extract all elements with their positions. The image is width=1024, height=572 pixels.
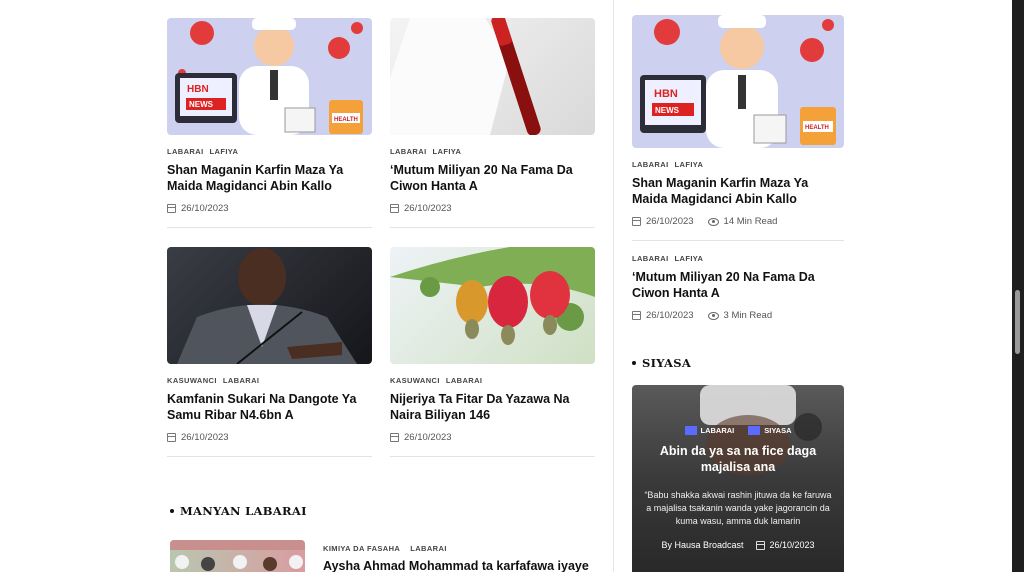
article-card[interactable]: LABARAI LAFIYA ‘Mutum Miliyan 20 Na Fama … bbox=[390, 18, 595, 228]
eye-icon bbox=[707, 217, 719, 226]
eye-icon bbox=[707, 311, 719, 320]
svg-text:HBN: HBN bbox=[187, 84, 209, 95]
article-thumbnail[interactable] bbox=[390, 18, 595, 135]
category-link[interactable]: SIYASA bbox=[748, 426, 792, 435]
calendar-icon bbox=[390, 433, 399, 442]
article-card[interactable]: HBN NEWS HEALTH LABARAI LAFIYA Shan Magan… bbox=[167, 18, 372, 228]
article-title[interactable]: ‘Mutum Miliyan 20 Na Fama Da Ciwon Hanta… bbox=[632, 269, 844, 301]
calendar-icon bbox=[167, 433, 176, 442]
svg-text:HBN: HBN bbox=[654, 88, 678, 100]
category-link[interactable]: LAFIYA bbox=[675, 160, 704, 169]
category-link[interactable]: KASUWANCI bbox=[390, 376, 440, 385]
article-title[interactable]: Shan Maganin Karfin Maza Ya Maida Magida… bbox=[167, 162, 372, 194]
category-link[interactable]: LABARAI bbox=[632, 160, 669, 169]
author-link[interactable]: By Hausa Broadcast bbox=[661, 540, 743, 550]
category-link[interactable]: LAFIYA bbox=[210, 147, 239, 156]
students-photo bbox=[170, 540, 305, 571]
category-list: LABARAI LAFIYA bbox=[167, 147, 372, 156]
article-meta: 26/10/2023 bbox=[167, 203, 372, 214]
category-link[interactable]: KIMIYA DA FASAHA bbox=[323, 544, 400, 553]
category-link[interactable]: LAFIYA bbox=[675, 254, 704, 263]
calendar-icon bbox=[632, 311, 641, 320]
category-link[interactable]: LABARAI bbox=[632, 254, 669, 263]
scrollbar-thumb[interactable] bbox=[1015, 290, 1020, 354]
category-link[interactable]: LABARAI bbox=[223, 376, 260, 385]
category-list: KIMIYA DA FASAHA LABARAI bbox=[323, 544, 447, 553]
divider bbox=[167, 456, 372, 457]
scrollbar-track[interactable] bbox=[1012, 0, 1024, 572]
category-list: LABARAI SIYASA bbox=[632, 426, 844, 435]
featured-meta: By Hausa Broadcast 26/10/2023 bbox=[632, 540, 844, 550]
article-meta: 26/10/2023 bbox=[390, 203, 595, 214]
svg-text:NEWS: NEWS bbox=[189, 100, 214, 109]
article-meta: 26/10/2023 3 Min Read bbox=[632, 310, 844, 321]
article-thumbnail[interactable]: HBN NEWS HEALTH bbox=[632, 15, 844, 148]
category-link[interactable]: LABARAI bbox=[390, 147, 427, 156]
article-date: 26/10/2023 bbox=[646, 310, 694, 321]
article-date: 26/10/2023 bbox=[646, 216, 694, 227]
article-title[interactable]: ‘Mutum Miliyan 20 Na Fama Da Ciwon Hanta… bbox=[390, 162, 595, 194]
category-list: LABARAI LAFIYA bbox=[632, 160, 844, 169]
divider bbox=[390, 456, 595, 457]
article-thumbnail[interactable] bbox=[167, 247, 372, 364]
section-heading: SIYASA bbox=[632, 356, 691, 370]
category-list: KASUWANCI LABARAI bbox=[390, 376, 595, 385]
category-list: LABARAI LAFIYA bbox=[632, 254, 844, 263]
category-link[interactable]: LABARAI bbox=[410, 544, 447, 553]
article-title[interactable]: Shan Maganin Karfin Maza Ya Maida Magida… bbox=[632, 175, 844, 207]
man-in-suit-photo bbox=[177, 248, 357, 364]
category-list: LABARAI LAFIYA bbox=[390, 147, 595, 156]
article-thumbnail[interactable]: HBN NEWS HEALTH bbox=[167, 18, 372, 135]
divider bbox=[390, 227, 595, 228]
svg-text:NEWS: NEWS bbox=[655, 106, 680, 115]
calendar-icon bbox=[167, 204, 176, 213]
featured-excerpt: “Babu shakka akwai rashin jituwa da ke f… bbox=[644, 490, 832, 526]
article-card[interactable]: KASUWANCI LABARAI Nijeriya Ta Fitar Da Ya… bbox=[390, 247, 595, 457]
bullet-icon bbox=[632, 361, 636, 365]
bullet-icon bbox=[170, 509, 174, 513]
article-meta: 26/10/2023 bbox=[167, 432, 372, 443]
category-list: KASUWANCI LABARAI bbox=[167, 376, 372, 385]
read-time: 14 Min Read bbox=[723, 216, 778, 227]
article-meta: 26/10/2023 14 Min Read bbox=[632, 216, 844, 227]
category-link[interactable]: LAFIYA bbox=[433, 147, 462, 156]
featured-title[interactable]: Abin da ya sa na fice daga majalisa ana bbox=[650, 443, 826, 475]
article-thumbnail[interactable] bbox=[390, 247, 595, 364]
article-date: 26/10/2023 bbox=[181, 203, 229, 214]
sidebar-article[interactable]: HBN NEWS HEALTH LABARAI LAFIYA Shan Magan… bbox=[632, 15, 844, 241]
sidebar-article[interactable]: LABARAI LAFIYA ‘Mutum Miliyan 20 Na Fama … bbox=[632, 246, 844, 321]
divider bbox=[167, 227, 372, 228]
calendar-icon bbox=[755, 540, 765, 550]
category-link[interactable]: LABARAI bbox=[684, 426, 734, 435]
page: HBN NEWS HEALTH LABARAI LAFIYA Shan Magan… bbox=[0, 0, 1012, 572]
article-title[interactable]: Kamfanin Sukari Na Dangote Ya Samu Ribar… bbox=[167, 391, 372, 423]
article-date: 26/10/2023 bbox=[404, 203, 452, 214]
article-date: 26/10/2023 bbox=[769, 540, 815, 550]
cartoon-doctor-illustration: HBN NEWS HEALTH bbox=[640, 15, 836, 148]
article-date: 26/10/2023 bbox=[181, 432, 229, 443]
read-time: 3 Min Read bbox=[723, 310, 773, 321]
cashew-photo bbox=[390, 247, 595, 345]
article-title[interactable]: Aysha Ahmad Mohammad ta karfafawa iyaye bbox=[323, 559, 589, 572]
article-date: 26/10/2023 bbox=[404, 432, 452, 443]
article-thumbnail[interactable] bbox=[170, 540, 305, 572]
calendar-icon bbox=[390, 204, 399, 213]
article-card[interactable]: KASUWANCI LABARAI Kamfanin Sukari Na Dang… bbox=[167, 247, 372, 457]
article-title[interactable]: Nijeriya Ta Fitar Da Yazawa Na Naira Bil… bbox=[390, 391, 595, 423]
svg-text:HEALTH: HEALTH bbox=[334, 117, 358, 123]
section-heading: MANYAN LABARAI bbox=[170, 504, 307, 518]
divider bbox=[632, 240, 844, 241]
category-link[interactable]: LABARAI bbox=[167, 147, 204, 156]
featured-article[interactable]: LABARAI SIYASA Abin da ya sa na fice daga… bbox=[632, 385, 844, 572]
category-link[interactable]: KASUWANCI bbox=[167, 376, 217, 385]
svg-text:HEALTH: HEALTH bbox=[805, 125, 829, 131]
calendar-icon bbox=[632, 217, 641, 226]
column-divider bbox=[613, 0, 614, 572]
cartoon-doctor-illustration: HBN NEWS HEALTH bbox=[175, 18, 363, 135]
blood-tube-photo bbox=[390, 18, 541, 135]
article-meta: 26/10/2023 bbox=[390, 432, 595, 443]
category-link[interactable]: LABARAI bbox=[446, 376, 483, 385]
